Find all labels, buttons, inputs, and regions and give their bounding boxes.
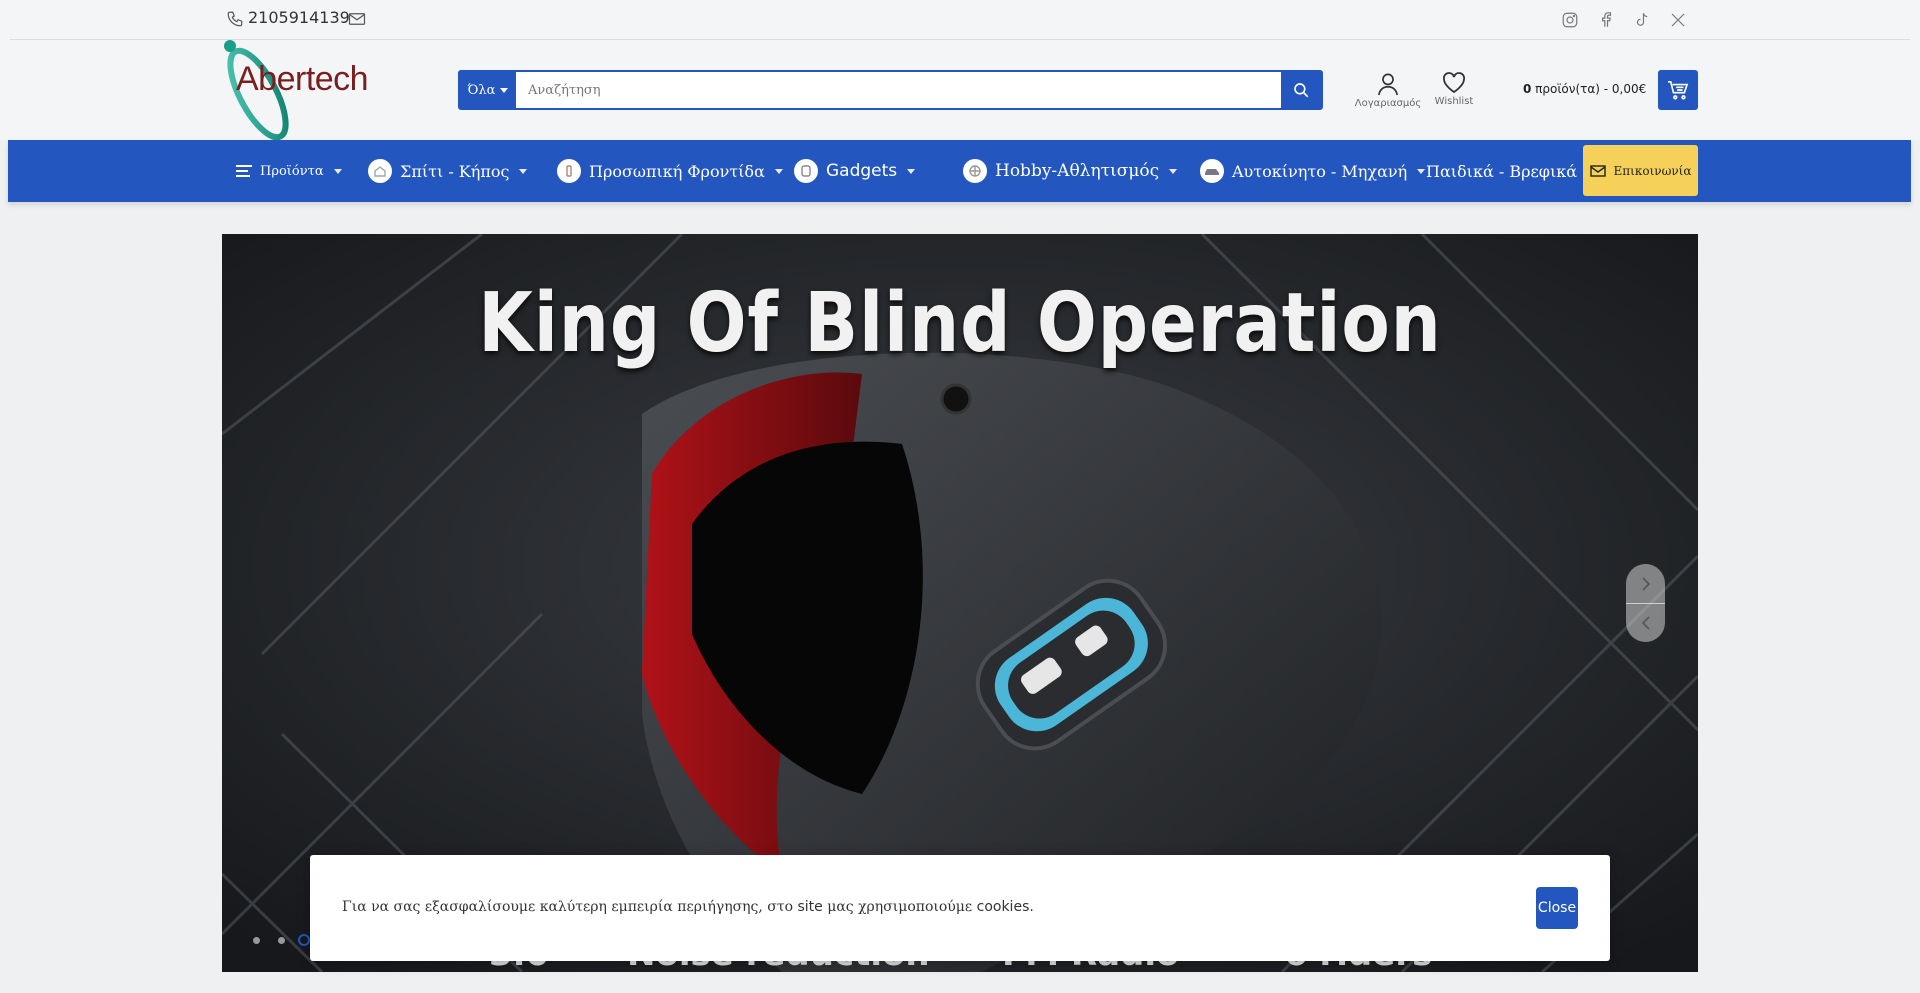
logo-text[interactable]: Abertech — [236, 60, 369, 99]
chevron-left-icon — [1641, 615, 1650, 630]
hero-title: King Of Blind Operation — [478, 276, 1442, 371]
nav-item-home-garden[interactable]: Σπίτι - Κήπος — [368, 140, 528, 202]
tiktok-icon[interactable] — [1633, 11, 1651, 29]
nav-item-gadgets[interactable]: Gadgets — [794, 140, 916, 202]
slider-dot[interactable] — [253, 937, 260, 944]
chevron-down-icon — [519, 168, 528, 174]
hobby-icon — [963, 159, 987, 183]
nav-item-label: Αυτοκίνητο - Μηχανή — [1232, 161, 1408, 181]
nav-item-label: Παιδικά - Βρεφικά — [1426, 161, 1578, 181]
search-bar: Όλα — [458, 70, 1323, 110]
cart-summary[interactable]: 0 προϊόν(τα) - 0,00€ — [1523, 82, 1646, 96]
x-icon[interactable] — [1669, 11, 1687, 29]
user-icon — [1378, 73, 1398, 96]
cart-total: προϊόν(τα) - 0,00€ — [1531, 82, 1647, 96]
cookie-message: Για να σας εξασφαλίσουμε καλύτερη εμπειρ… — [342, 899, 1034, 915]
chevron-down-icon — [907, 168, 916, 174]
slider-dot[interactable] — [278, 937, 285, 944]
cookie-text-part: Για να σας εξασφαλίσουμε καλύτερη εμπειρ… — [342, 899, 798, 915]
cookie-close-button[interactable]: Close — [1536, 887, 1578, 929]
slider-dot-active[interactable] — [298, 934, 310, 946]
slider-next-button[interactable] — [1626, 564, 1665, 603]
search-button[interactable] — [1281, 72, 1321, 108]
personal-care-icon — [557, 159, 581, 183]
chevron-down-icon — [774, 168, 783, 174]
chevron-down-icon — [333, 168, 342, 174]
cookie-banner: Για να σας εξασφαλίσουμε καλύτερη εμπειρ… — [310, 855, 1610, 961]
chevron-down-icon — [1417, 168, 1426, 174]
search-category-label: Όλα — [467, 82, 496, 98]
gadgets-icon — [794, 159, 818, 183]
cookie-cookies-word: cookies. — [976, 899, 1034, 915]
nav-item-label: Gadgets — [826, 161, 898, 181]
chevron-down-icon — [1169, 168, 1178, 174]
phone-icon[interactable] — [226, 10, 244, 28]
search-input[interactable] — [516, 72, 1282, 108]
wishlist-link[interactable]: Wishlist — [1419, 72, 1489, 107]
slider-arrows — [1626, 564, 1665, 642]
heart-icon — [1443, 72, 1465, 94]
chevron-down-icon — [500, 87, 509, 93]
facebook-icon[interactable] — [1597, 11, 1615, 29]
nav-products-label: Προϊόντα — [260, 163, 324, 179]
cart-icon — [1668, 81, 1689, 100]
nav-item-label: Σπίτι - Κήπος — [400, 161, 510, 181]
nav-item-kids[interactable]: Παιδικά - Βρεφικά — [1426, 140, 1577, 202]
chevron-right-icon — [1641, 576, 1650, 591]
contact-label: Επικοινωνία — [1613, 163, 1692, 178]
slider-prev-button[interactable] — [1626, 603, 1665, 642]
menu-icon — [236, 165, 252, 177]
account-link[interactable]: Λογαριασμός — [1353, 72, 1423, 109]
cookie-text-part: μας χρησιμοποιούμε — [822, 899, 977, 915]
mail-send-icon — [1589, 164, 1606, 177]
account-label: Λογαριασμός — [1354, 98, 1422, 109]
cart-button[interactable] — [1658, 70, 1698, 110]
nav-item-personal-care[interactable]: Προσωπική Φροντίδα — [557, 140, 783, 202]
nav-item-label: Hobby-Αθλητισμός — [995, 161, 1160, 181]
instagram-icon[interactable] — [1561, 11, 1579, 29]
cookie-site-word: site — [797, 899, 823, 915]
search-icon — [1294, 83, 1309, 98]
nav-item-label: Προσωπική Φροντίδα — [589, 161, 765, 181]
car-icon — [1200, 159, 1224, 183]
nav-products[interactable]: Προϊόντα — [236, 140, 342, 202]
search-category-dropdown[interactable]: Όλα — [460, 72, 516, 108]
contact-button[interactable]: Επικοινωνία — [1583, 145, 1698, 196]
mail-icon[interactable] — [348, 12, 366, 26]
nav-item-hobby[interactable]: Hobby-Αθλητισμός — [963, 140, 1178, 202]
nav-item-car[interactable]: Αυτοκίνητο - Μηχανή — [1200, 140, 1426, 202]
wishlist-label: Wishlist — [1434, 96, 1474, 107]
phone-number[interactable]: 2105914139 — [248, 8, 350, 27]
home-garden-icon — [368, 159, 392, 183]
